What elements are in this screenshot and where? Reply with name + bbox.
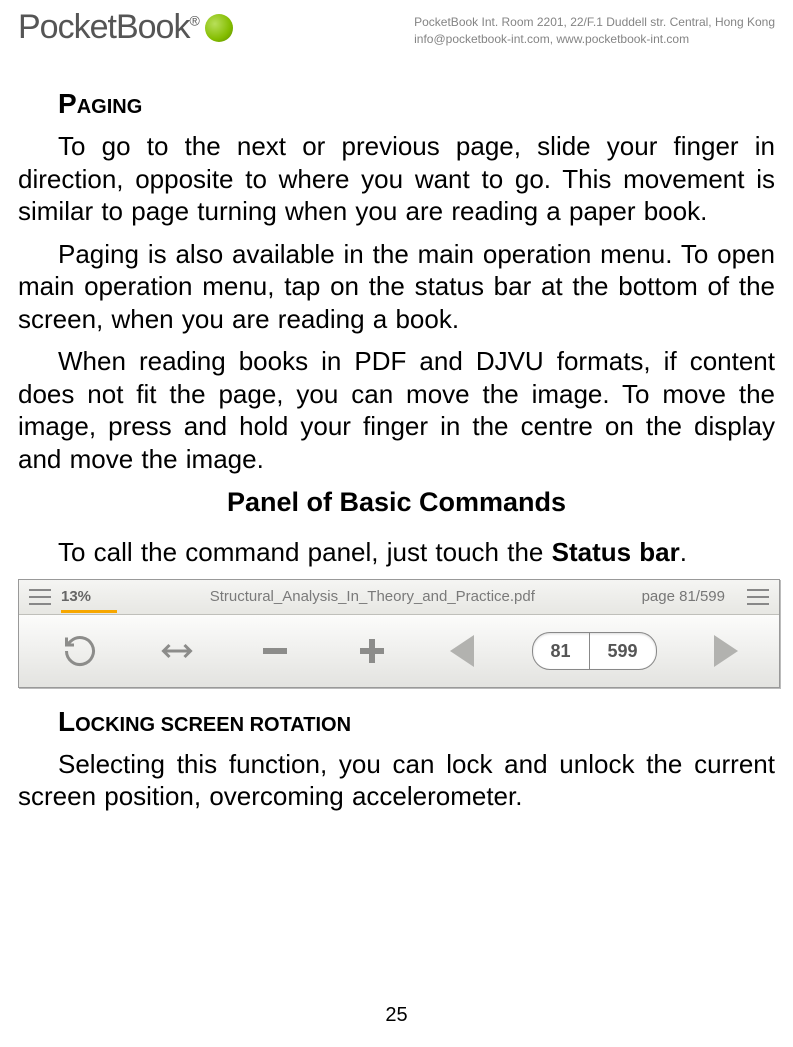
menu-right-icon[interactable]	[747, 589, 769, 605]
zoom-in-icon[interactable]	[352, 631, 392, 671]
battery-percent: 13%	[61, 588, 91, 605]
brand-circle-icon	[205, 14, 233, 42]
status-bar[interactable]: 13% Structural_Analysis_In_Theory_and_Pr…	[19, 580, 779, 615]
paragraph-paging-2: Paging is also available in the main ope…	[18, 238, 775, 336]
reading-progress-bar	[61, 610, 117, 613]
command-toolbar: 81 599	[19, 615, 779, 687]
paragraph-paging-1: To go to the next or previous page, slid…	[18, 130, 775, 228]
page-indicator: page 81/599	[642, 588, 725, 605]
brand-logo: PocketBook®	[18, 8, 233, 47]
page-number-footer: 25	[0, 1004, 793, 1027]
heading-paging: PAGING	[58, 88, 775, 120]
page-number-box[interactable]: 81 599	[532, 632, 657, 670]
current-page: 81	[533, 633, 590, 669]
total-pages: 599	[590, 633, 656, 669]
brand-wordmark: PocketBook®	[18, 8, 199, 47]
command-panel-screenshot: 13% Structural_Analysis_In_Theory_and_Pr…	[18, 579, 780, 688]
fit-width-icon[interactable]	[157, 631, 197, 671]
rotate-icon[interactable]	[60, 631, 100, 671]
page-content: PAGING To go to the next or previous pag…	[0, 68, 793, 813]
document-filename: Structural_Analysis_In_Theory_and_Practi…	[103, 588, 642, 605]
paragraph-locking-1: Selecting this function, you can lock an…	[18, 748, 775, 813]
company-address: PocketBook Int. Room 2201, 22/F.1 Duddel…	[414, 8, 775, 48]
zoom-out-icon[interactable]	[255, 631, 295, 671]
heading-panel-commands: Panel of Basic Commands	[18, 487, 775, 518]
paragraph-paging-3: When reading books in PDF and DJVU forma…	[18, 345, 775, 475]
paragraph-panel-intro: To call the command panel, just touch th…	[18, 536, 775, 569]
document-header: PocketBook® PocketBook Int. Room 2201, 2…	[0, 0, 793, 68]
menu-left-icon[interactable]	[29, 589, 51, 605]
heading-locking: LOCKING SCREEN ROTATION	[58, 706, 775, 738]
company-line-1: PocketBook Int. Room 2201, 22/F.1 Duddel…	[414, 14, 775, 31]
company-line-2: info@pocketbook-int.com, www.pocketbook-…	[414, 31, 775, 48]
prev-page-icon[interactable]	[450, 635, 474, 667]
next-page-icon[interactable]	[714, 635, 738, 667]
